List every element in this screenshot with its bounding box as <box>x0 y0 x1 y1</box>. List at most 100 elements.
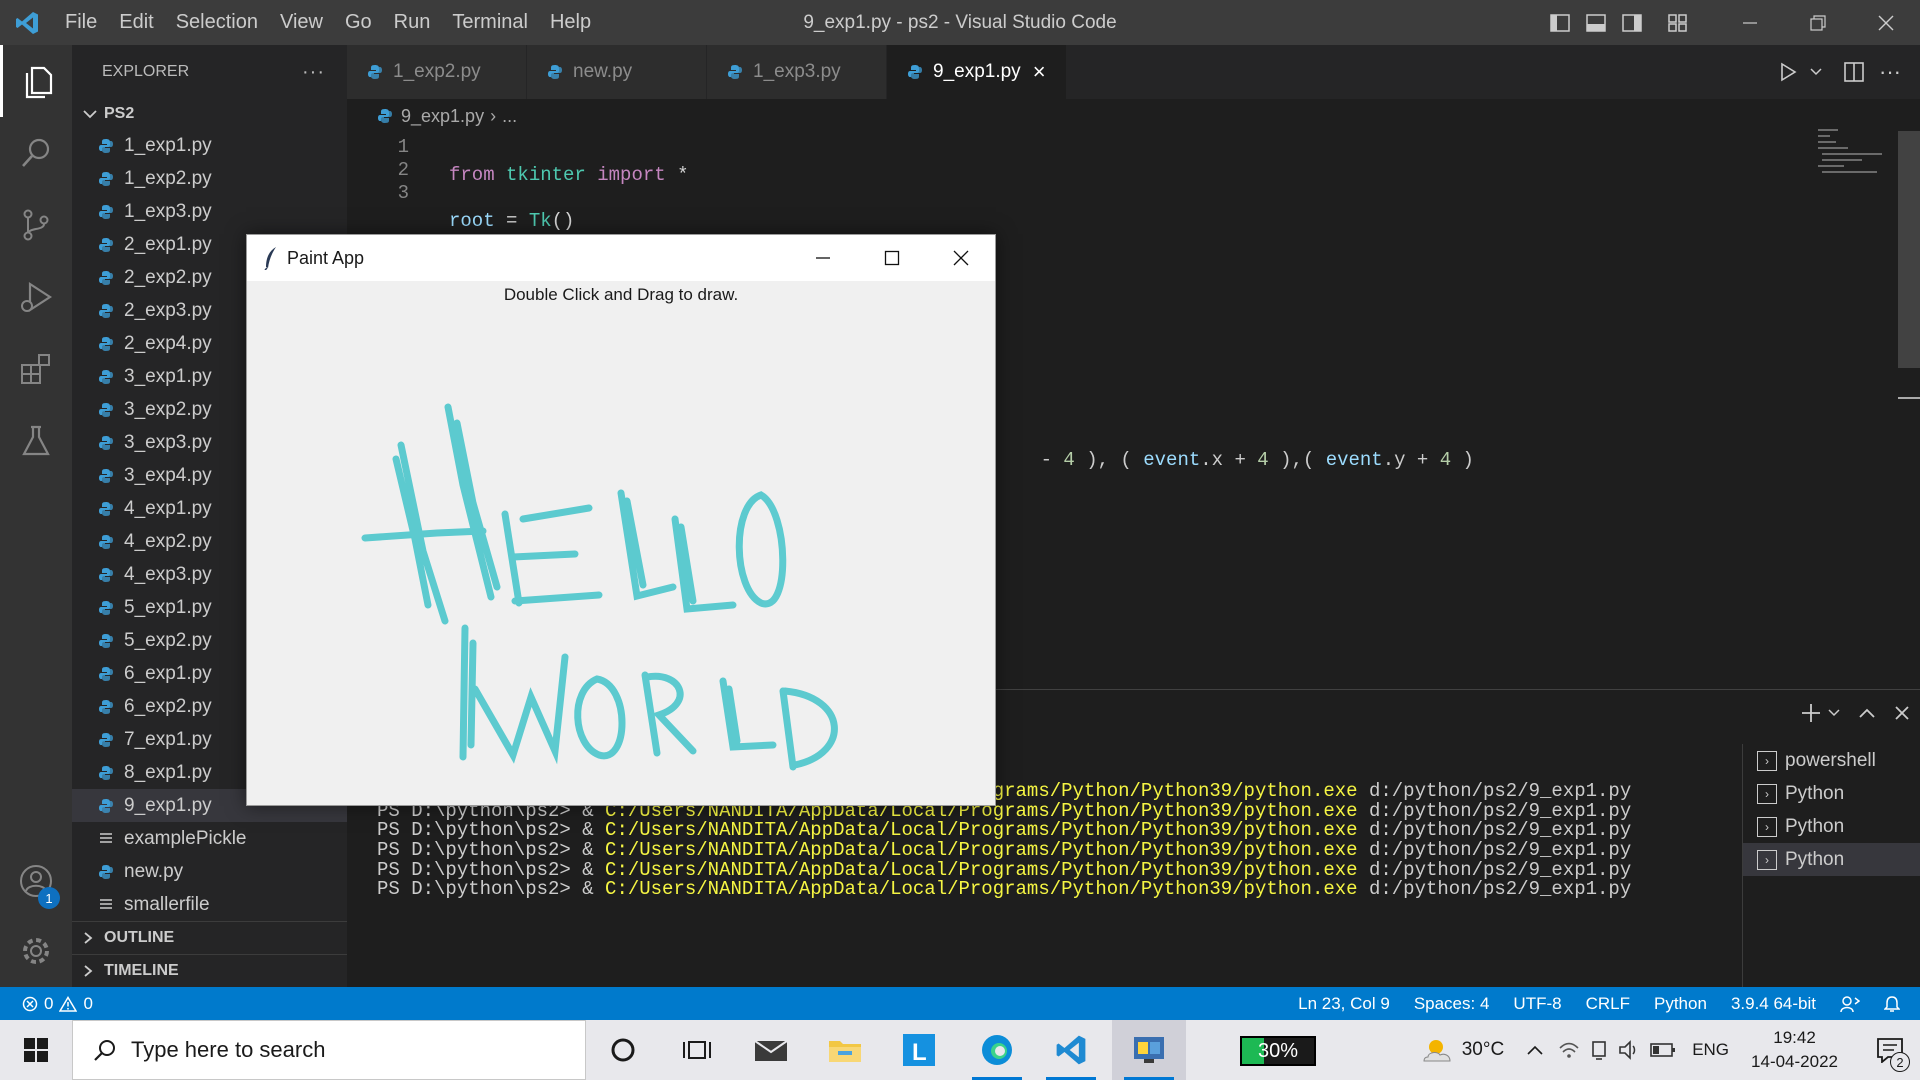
menu-run[interactable]: Run <box>383 0 442 45</box>
vscode-taskbar-icon[interactable] <box>1034 1020 1108 1080</box>
code-line-partial: - 4 ), ( event.x + 4 ),( event.y + 4 ) <box>995 418 1795 471</box>
new-terminal-icon[interactable] <box>1800 702 1822 724</box>
editor-tab[interactable]: 1_exp2.py <box>347 45 527 99</box>
accounts-icon[interactable]: 1 <box>0 845 72 917</box>
task-view-icon[interactable] <box>660 1020 734 1080</box>
edge-browser-icon[interactable] <box>960 1020 1034 1080</box>
file-item[interactable]: examplePickle <box>72 822 347 855</box>
run-dropdown-chevron-icon[interactable] <box>1806 50 1826 95</box>
source-control-icon[interactable] <box>0 189 72 261</box>
editor-more-actions-icon[interactable]: ··· <box>1872 50 1908 95</box>
python-interpreter[interactable]: 3.9.4 64-bit <box>1731 994 1816 1014</box>
paint-maximize-icon[interactable] <box>857 235 926 281</box>
menu-help[interactable]: Help <box>539 0 602 45</box>
file-item[interactable]: new.py <box>72 855 347 888</box>
problems-indicator[interactable]: 0 0 <box>22 994 93 1014</box>
toggle-panel-icon[interactable] <box>1578 0 1614 45</box>
timeline-section[interactable]: TIMELINE <box>72 954 347 987</box>
warning-count: 0 <box>83 993 93 1013</box>
code-text: = <box>494 210 529 232</box>
action-center-icon[interactable]: 2 <box>1860 1020 1920 1080</box>
toggle-secondary-sidebar-icon[interactable] <box>1614 0 1650 45</box>
outline-section[interactable]: OUTLINE <box>72 921 347 954</box>
device-icon[interactable] <box>1590 1040 1608 1060</box>
close-tab-icon[interactable]: × <box>1033 59 1046 85</box>
explorer-more-icon[interactable]: ··· <box>302 61 325 84</box>
battery-meter[interactable]: 30% <box>1240 1036 1316 1066</box>
mail-icon[interactable] <box>734 1020 808 1080</box>
file-item[interactable]: 1_exp2.py <box>72 162 347 195</box>
cortana-icon[interactable] <box>586 1020 660 1080</box>
language-mode[interactable]: Python <box>1654 994 1707 1014</box>
manage-gear-icon[interactable] <box>0 915 72 987</box>
activity-bar: 1 <box>0 45 72 987</box>
paint-minimize-icon[interactable] <box>788 235 857 281</box>
terminal-dropdown-chevron-icon[interactable] <box>1828 708 1840 718</box>
show-hidden-icons-chevron-icon[interactable] <box>1526 1044 1544 1056</box>
editor-tab[interactable]: 9_exp1.py × <box>887 45 1067 99</box>
code-line-4: 4 <box>347 174 1747 194</box>
explorer-icon[interactable] <box>0 45 72 117</box>
run-debug-icon[interactable] <box>0 261 72 333</box>
code-number: 4 <box>1439 449 1452 471</box>
drawing-canvas[interactable] <box>247 305 995 805</box>
encoding[interactable]: UTF-8 <box>1513 994 1561 1014</box>
terminal-session[interactable]: › powershell <box>1743 744 1920 777</box>
wifi-icon[interactable] <box>1558 1040 1580 1060</box>
folder-ps2[interactable]: PS2 <box>72 99 347 129</box>
terminal-session[interactable]: › Python <box>1743 777 1920 810</box>
menu-go[interactable]: Go <box>334 0 383 45</box>
extensions-icon[interactable] <box>0 333 72 405</box>
editor-tab[interactable]: new.py <box>527 45 707 99</box>
battery-percentage: 30% <box>1257 1039 1299 1062</box>
terminal-session[interactable]: › Python <box>1743 810 1920 843</box>
weather-icon[interactable] <box>1420 1035 1454 1065</box>
menu-view[interactable]: View <box>269 0 334 45</box>
start-windows-icon[interactable] <box>0 1020 72 1080</box>
terminal-session[interactable]: › Python <box>1743 843 1920 876</box>
minimize-icon[interactable] <box>1716 0 1784 45</box>
battery-icon[interactable] <box>1650 1042 1676 1058</box>
file-item[interactable]: smallerfile <box>72 888 347 921</box>
svg-text:L: L <box>912 1039 927 1066</box>
file-explorer-icon[interactable] <box>808 1020 882 1080</box>
split-editor-icon[interactable] <box>1836 50 1872 95</box>
folder-label: PS2 <box>104 105 135 122</box>
taskbar-search-box[interactable]: Type here to search <box>72 1020 586 1080</box>
paint-app-titlebar[interactable]: Paint App <box>247 235 995 281</box>
error-count: 0 <box>44 993 54 1013</box>
learning-app-icon[interactable]: L <box>882 1020 956 1080</box>
menu-edit[interactable]: Edit <box>108 0 164 45</box>
toggle-sidebar-icon[interactable] <box>1542 0 1578 45</box>
volume-icon[interactable] <box>1618 1040 1640 1060</box>
editor-scrollbar[interactable] <box>1898 131 1920 368</box>
editor-tab[interactable]: 1_exp3.py <box>707 45 887 99</box>
menu-selection[interactable]: Selection <box>165 0 269 45</box>
menu-file[interactable]: File <box>54 0 108 45</box>
line-ending[interactable]: CRLF <box>1586 994 1630 1014</box>
input-language[interactable]: ENG <box>1692 1040 1729 1060</box>
cursor-position[interactable]: Ln 23, Col 9 <box>1298 994 1390 1014</box>
close-panel-icon[interactable] <box>1894 705 1910 721</box>
menu-terminal[interactable]: Terminal <box>441 0 539 45</box>
python-taskbar-icon[interactable] <box>1112 1020 1186 1080</box>
file-label: new.py <box>124 860 184 882</box>
python-file-icon <box>98 402 120 418</box>
weather-temperature[interactable]: 30°C <box>1462 1039 1504 1061</box>
clock[interactable]: 19:42 14-04-2022 <box>1751 1026 1838 1074</box>
file-item[interactable]: 1_exp3.py <box>72 195 347 228</box>
maximize-panel-chevron-up-icon[interactable] <box>1858 707 1876 719</box>
testing-icon[interactable] <box>0 405 72 477</box>
close-window-icon[interactable] <box>1852 0 1920 45</box>
customize-layout-icon[interactable] <box>1660 0 1696 45</box>
feedback-icon[interactable] <box>1840 995 1860 1013</box>
run-python-file-icon[interactable] <box>1770 50 1806 95</box>
restore-icon[interactable] <box>1784 0 1852 45</box>
search-icon[interactable] <box>0 117 72 189</box>
paint-close-icon[interactable] <box>926 235 995 281</box>
indentation[interactable]: Spaces: 4 <box>1414 994 1490 1014</box>
notifications-bell-icon[interactable] <box>1884 995 1900 1013</box>
file-item[interactable]: 1_exp1.py <box>72 129 347 162</box>
file-label: 2_exp3.py <box>124 299 212 321</box>
python-file-icon <box>98 336 120 352</box>
